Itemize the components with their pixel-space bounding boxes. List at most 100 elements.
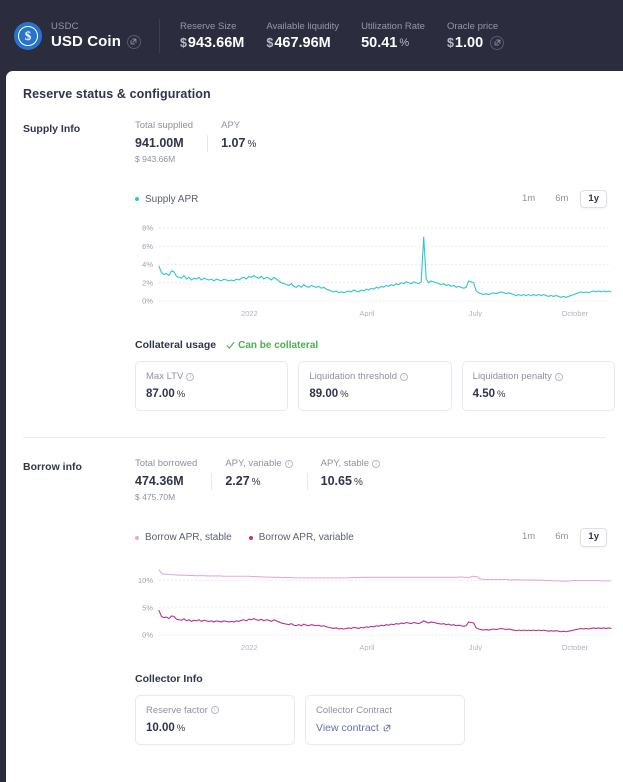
- card-label: Collector Contract: [316, 705, 454, 716]
- metric-subvalue: $ 475.70M: [135, 492, 197, 502]
- supply-info-label: Supply Info: [23, 120, 135, 411]
- unit-text: %: [177, 389, 185, 400]
- reserve-config-panel: Reserve status & configuration Supply In…: [6, 71, 623, 782]
- metric-label: APY: [221, 120, 256, 131]
- card-max-ltv: Max LTV i 87.00%: [135, 361, 288, 411]
- card-collector-contract: Collector Contract View contract: [305, 695, 465, 745]
- legend-dot-icon: [135, 197, 139, 201]
- value-text: 10.00: [146, 722, 175, 734]
- info-icon[interactable]: i: [555, 373, 563, 381]
- value-text: 10.65: [321, 474, 352, 488]
- card-label: Liquidation threshold i: [309, 371, 440, 382]
- metric-label: APY, variable i: [225, 458, 292, 469]
- section-divider: [23, 437, 606, 438]
- supply-metrics: Total supplied 941.00M $ 943.66M APY 1.0…: [135, 120, 615, 164]
- value-text: 943.66M: [188, 35, 244, 51]
- range-6m-button[interactable]: 6m: [547, 528, 576, 546]
- svg-text:April: April: [359, 309, 374, 317]
- usdc-token-icon: $: [14, 22, 42, 50]
- collateral-cards: Max LTV i 87.00% Liquidation threshold i: [135, 361, 615, 411]
- asset-header-bar: $ USDC USD Coin Reserve Size $943.66M: [0, 0, 623, 71]
- stat-value: $943.66M: [180, 35, 244, 51]
- supply-chart-legend: Supply APR: [135, 194, 198, 205]
- metric-apy-variable: APY, variable i 2.27%: [211, 458, 306, 488]
- label-text: Max LTV: [146, 371, 183, 382]
- unit-text: %: [177, 723, 185, 734]
- unit-text: %: [247, 139, 256, 150]
- asset-symbol: USDC: [51, 21, 141, 32]
- svg-text:10%: 10%: [138, 576, 153, 585]
- card-label: Reserve factor i: [146, 705, 284, 716]
- oracle-external-link-icon[interactable]: [490, 36, 504, 50]
- collateral-usage-header: Collateral usage Can be collateral: [135, 339, 615, 351]
- svg-text:July: July: [469, 643, 483, 651]
- info-icon[interactable]: i: [211, 706, 219, 714]
- stat-reserve-size: Reserve Size $943.66M: [180, 21, 244, 51]
- stat-oracle-price: Oracle price $1.00: [447, 21, 504, 51]
- external-link-icon[interactable]: [127, 35, 141, 49]
- currency-symbol: $: [180, 36, 187, 50]
- range-1y-button[interactable]: 1y: [580, 190, 607, 208]
- borrow-info-section: Borrow info Total borrowed 474.36M $ 475…: [6, 458, 623, 744]
- stat-label: Available liquidity: [266, 21, 339, 32]
- supply-apr-chart-card: Supply APR 1m 6m 1y 0%2%4%6%8%2022AprilJ…: [135, 190, 615, 317]
- svg-text:October: October: [561, 309, 588, 317]
- legend-dot-icon: [249, 536, 253, 540]
- view-contract-link[interactable]: View contract: [316, 722, 454, 734]
- supply-chart-range-selector: 1m 6m 1y: [514, 190, 607, 208]
- borrow-apr-chart-card: Borrow APR, stable Borrow APR, variable …: [135, 528, 615, 650]
- metric-apy-stable: APY, stable i 10.65%: [307, 458, 394, 488]
- value-text: 941.00M: [135, 136, 184, 150]
- card-label: Liquidation penalty i: [473, 371, 604, 382]
- range-1m-button[interactable]: 1m: [514, 528, 543, 546]
- external-link-icon: [383, 724, 391, 732]
- collector-info-header: Collector Info: [135, 673, 615, 685]
- value-text: 4.50: [473, 388, 495, 400]
- card-reserve-factor: Reserve factor i 10.00%: [135, 695, 295, 745]
- stat-value: $467.96M: [266, 35, 339, 51]
- range-1y-button[interactable]: 1y: [580, 528, 607, 546]
- stat-available-liquidity: Available liquidity $467.96M: [266, 21, 339, 51]
- range-1m-button[interactable]: 1m: [514, 190, 543, 208]
- unit-text: %: [354, 477, 363, 488]
- range-6m-button[interactable]: 6m: [547, 190, 576, 208]
- value-text: 1.00: [455, 35, 483, 51]
- stat-label: Oracle price: [447, 21, 504, 32]
- collector-cards: Reserve factor i 10.00% Collector Contra…: [135, 695, 465, 745]
- unit-text: %: [252, 477, 261, 488]
- value-text: 1.07: [221, 136, 245, 150]
- info-icon[interactable]: i: [400, 373, 408, 381]
- unit-text: %: [340, 389, 348, 400]
- borrow-metrics: Total borrowed 474.36M $ 475.70M APY, va…: [135, 458, 615, 502]
- svg-text:July: July: [469, 309, 483, 317]
- unit-text: %: [399, 37, 409, 49]
- label-text: Reserve factor: [146, 705, 208, 716]
- page-title: Reserve status & configuration: [6, 71, 623, 101]
- svg-text:8%: 8%: [142, 224, 153, 233]
- card-value: 4.50%: [473, 388, 604, 400]
- asset-name: USD Coin: [51, 33, 121, 50]
- unit-text: %: [497, 389, 505, 400]
- card-liquidation-penalty: Liquidation penalty i 4.50%: [462, 361, 615, 411]
- value-text: 87.00: [146, 388, 175, 400]
- info-icon[interactable]: i: [285, 460, 293, 468]
- metric-value: 10.65%: [321, 474, 380, 488]
- borrow-chart-legend: Borrow APR, stable Borrow APR, variable: [135, 532, 354, 543]
- collector-info-title: Collector Info: [135, 673, 203, 685]
- borrow-apr-plot[interactable]: 0%5%10%2022AprilJulyOctober: [135, 561, 615, 651]
- link-text: View contract: [316, 722, 379, 734]
- metric-label: Total supplied: [135, 120, 193, 131]
- supply-apr-plot[interactable]: 0%2%4%6%8%2022AprilJulyOctober: [135, 222, 615, 317]
- currency-symbol: $: [447, 36, 454, 50]
- info-icon[interactable]: i: [372, 460, 380, 468]
- card-value: 89.00%: [309, 388, 440, 400]
- collateral-status-text: Can be collateral: [238, 340, 318, 351]
- metric-supply-apy: APY 1.07%: [207, 120, 270, 150]
- value-text: 89.00: [309, 388, 338, 400]
- metric-value: 474.36M: [135, 474, 197, 488]
- svg-text:2022: 2022: [241, 309, 258, 317]
- label-text: APY, stable: [321, 458, 369, 469]
- card-label: Max LTV i: [146, 371, 277, 382]
- info-icon[interactable]: i: [186, 373, 194, 381]
- stat-utilization-rate: Utilization Rate 50.41%: [361, 21, 425, 51]
